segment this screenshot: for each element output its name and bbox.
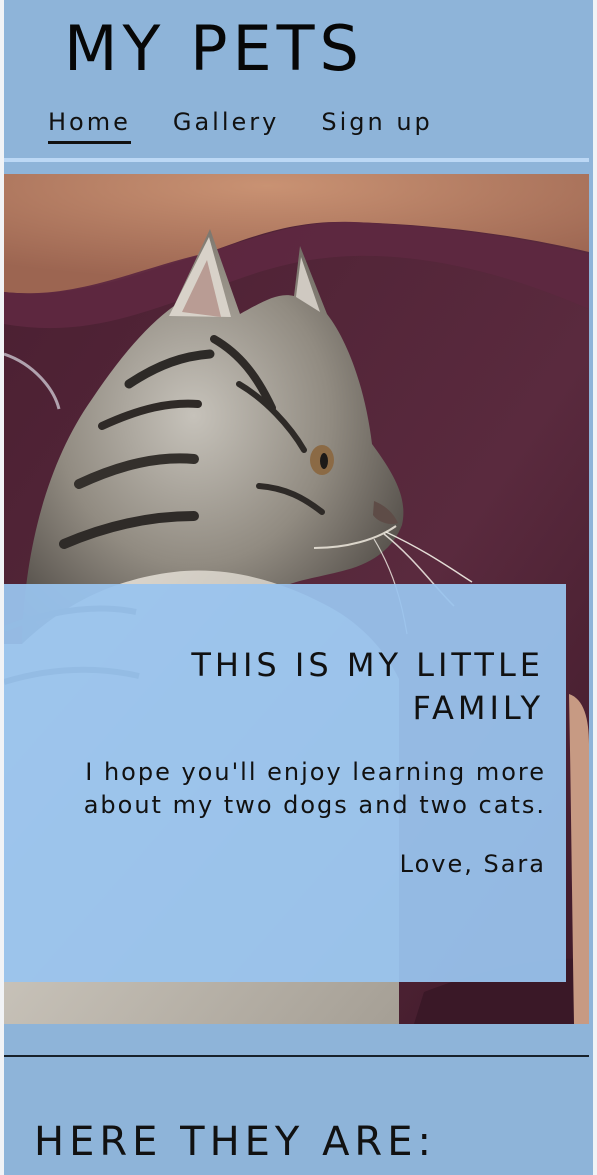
- site-header: MY PETS Home Gallery Sign up: [4, 0, 589, 158]
- intro-signature: Love, Sara: [399, 850, 546, 878]
- intro-card: THIS IS MY LITTLE FAMILY I hope you'll e…: [4, 584, 566, 982]
- intro-title: THIS IS MY LITTLE FAMILY: [191, 646, 544, 727]
- section-divider: [4, 1055, 589, 1057]
- nav-home-link[interactable]: Home: [48, 108, 131, 144]
- nav-signup-link[interactable]: Sign up: [321, 108, 432, 144]
- main-navigation: Home Gallery Sign up: [48, 108, 433, 144]
- pets-section: HERE THEY ARE:: [4, 1024, 589, 1175]
- intro-text: I hope you'll enjoy learning more about …: [83, 758, 546, 819]
- site-title: MY PETS: [64, 12, 364, 85]
- section-title: HERE THEY ARE:: [34, 1119, 436, 1165]
- header-spacer: [4, 162, 589, 174]
- nav-gallery-link[interactable]: Gallery: [173, 108, 279, 144]
